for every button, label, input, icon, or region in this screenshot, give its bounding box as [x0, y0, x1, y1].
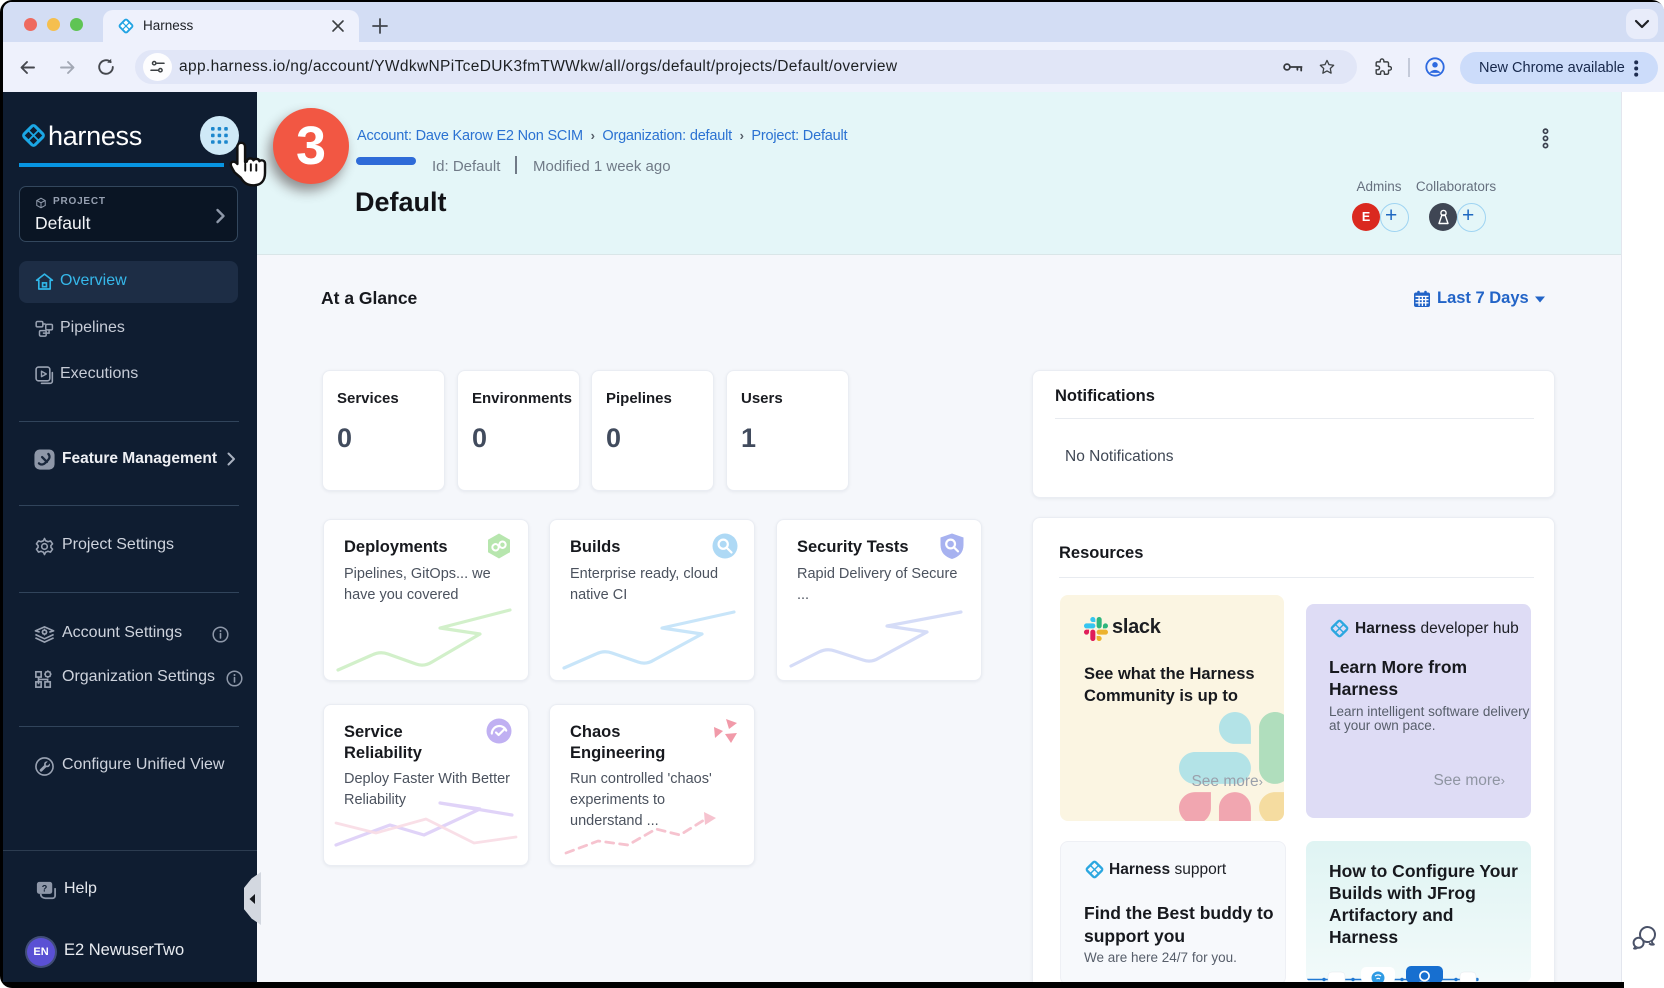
svg-text:?: ? [42, 883, 48, 893]
